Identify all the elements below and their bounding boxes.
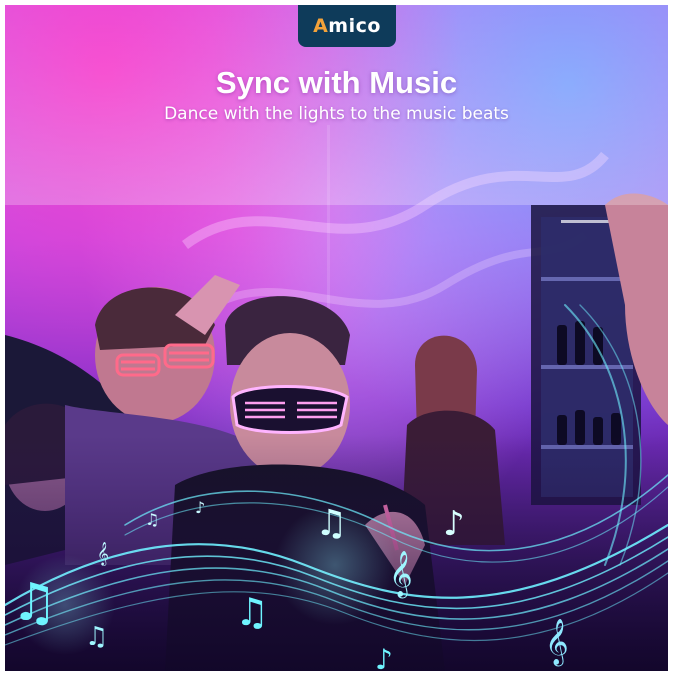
led-shutter-glasses	[231, 385, 349, 434]
music-note-icon: ♫	[315, 503, 347, 544]
product-banner: ♫ 𝄞 ♫ ♫ ♪ 𝄞 ♪ ♫ 𝄞 ♪ ♫ Amico Sync with Mu…	[0, 0, 673, 676]
music-note-icon: ♫	[11, 573, 58, 633]
eighth-note-icon: ♪	[443, 504, 465, 544]
eighth-note-icon: ♪	[195, 498, 205, 517]
logo-rest: mico	[328, 15, 381, 37]
headline: Sync with Music	[215, 65, 458, 100]
party-photo: ♫ 𝄞 ♫ ♫ ♪ 𝄞 ♪ ♫ 𝄞 ♪ ♫ Amico Sync with Mu…	[5, 5, 668, 671]
music-note-icon: ♫	[85, 622, 108, 652]
brand-logo: Amico	[313, 15, 381, 37]
smoke-swirl	[213, 231, 588, 309]
logo-initial: A	[313, 15, 329, 37]
treble-clef-icon: 𝄞	[545, 619, 569, 667]
music-note-icon: ♫	[145, 510, 159, 529]
music-note-icon: ♫	[235, 590, 269, 634]
treble-clef-icon: 𝄞	[389, 551, 413, 599]
subheadline: Dance with the lights to the music beats	[164, 104, 509, 124]
treble-clef-icon: 𝄞	[97, 541, 109, 566]
eighth-note-icon: ♪	[375, 643, 393, 671]
brand-logo-tab: Amico	[298, 5, 396, 47]
